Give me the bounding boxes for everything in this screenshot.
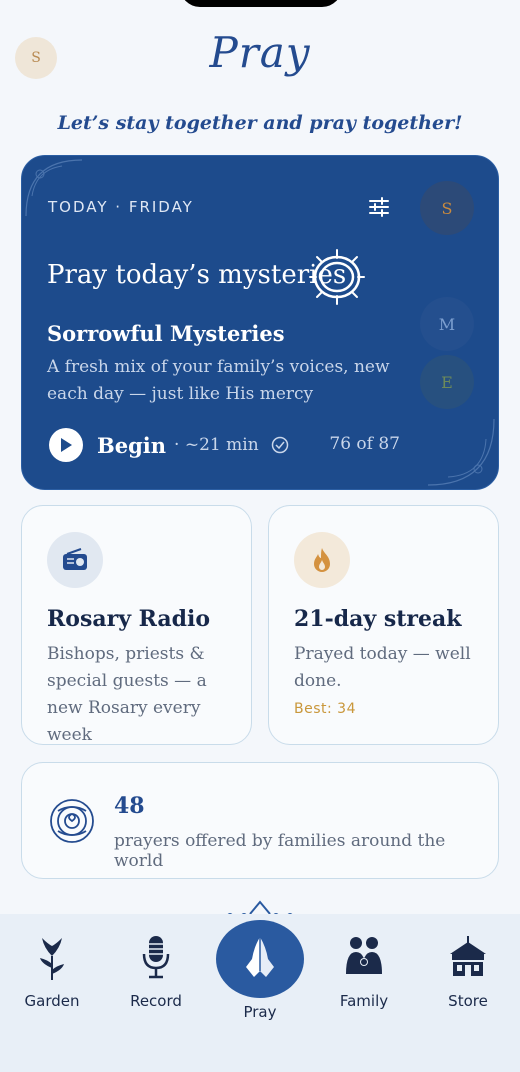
praying-hands-icon xyxy=(246,937,274,977)
play-icon[interactable] xyxy=(49,428,83,462)
tab-record[interactable]: Record xyxy=(111,934,201,1010)
begin-button[interactable]: Begin · ~21 min xyxy=(49,428,289,462)
card-title: 21-day streak xyxy=(294,606,462,632)
prayer-count: 48 xyxy=(114,793,145,819)
streak-card[interactable]: 21-day streak Prayed today — well done. … xyxy=(268,505,499,745)
crown-of-thorns-icon xyxy=(309,249,365,305)
progress-count: 76 of 87 xyxy=(329,434,400,454)
microphone-icon xyxy=(142,936,170,979)
device-notch xyxy=(180,0,342,7)
tagline: Let’s stay together and pray together! xyxy=(57,112,463,134)
tab-label: Garden xyxy=(24,992,80,1010)
tab-family[interactable]: Family xyxy=(319,934,409,1010)
check-circle-icon xyxy=(271,436,288,454)
duration-label: · ~21 min xyxy=(174,435,259,455)
tab-label: Store xyxy=(448,992,488,1010)
mysteries-card[interactable]: TODAY · FRIDAY S M E Pray today’s myster… xyxy=(21,155,499,490)
rosary-radio-card[interactable]: Rosary Radio Bishops, priests & special … xyxy=(21,505,252,745)
store-icon xyxy=(450,936,486,976)
family-avatar[interactable]: E xyxy=(420,355,474,409)
tab-pray[interactable] xyxy=(216,920,304,998)
family-avatar[interactable]: M xyxy=(420,297,474,351)
tab-label: Pray xyxy=(243,1003,277,1021)
card-description: Prayed today — well done. xyxy=(294,644,471,691)
settings-sliders-icon[interactable] xyxy=(367,195,391,219)
tab-label: Record xyxy=(130,992,182,1010)
begin-label: Begin xyxy=(97,432,167,458)
best-streak: Best: 34 xyxy=(294,701,356,717)
tab-store[interactable]: Store xyxy=(423,934,513,1010)
corner-ornament-icon xyxy=(427,418,495,486)
prayer-count-label: prayers offered by families around the w… xyxy=(114,831,446,871)
family-icon xyxy=(346,937,382,974)
rose-icon xyxy=(50,799,94,843)
mystery-description: A fresh mix of your family’s voices, new… xyxy=(47,357,390,404)
card-description: Bishops, priests & special guests — a ne… xyxy=(47,644,207,745)
page-title: Pray xyxy=(209,28,311,77)
hero-title: Pray today’s mysteries xyxy=(47,260,347,290)
card-title: Rosary Radio xyxy=(47,606,211,632)
family-avatar[interactable]: S xyxy=(420,181,474,235)
mystery-name: Sorrowful Mysteries xyxy=(47,321,285,346)
tab-garden[interactable]: Garden xyxy=(7,934,97,1010)
flame-icon xyxy=(294,532,350,588)
day-label: TODAY · FRIDAY xyxy=(48,198,194,216)
radio-icon xyxy=(47,532,103,588)
lily-icon xyxy=(40,938,64,980)
tab-label: Family xyxy=(339,992,389,1010)
prayers-offered-card[interactable]: 48 prayers offered by families around th… xyxy=(21,762,499,879)
